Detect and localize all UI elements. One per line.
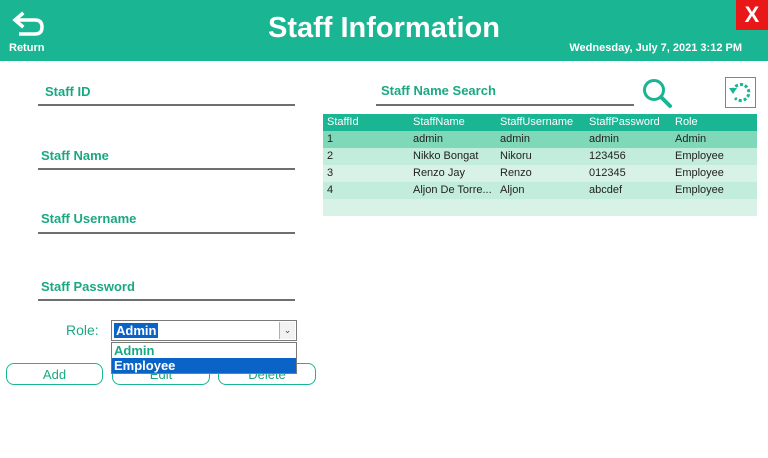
cell-staffusername: Renzo <box>500 167 532 179</box>
staff-password-label: Staff Password <box>41 279 135 294</box>
cell-staffname: Nikko Bongat <box>413 150 479 162</box>
role-label: Role: <box>66 322 99 338</box>
search-button[interactable] <box>641 77 673 109</box>
staff-name-field[interactable] <box>38 168 295 170</box>
staff-name-search-field[interactable] <box>376 104 634 106</box>
column-header-role[interactable]: Role <box>675 114 755 131</box>
column-header-staffpassword[interactable]: StaffPassword <box>589 114 671 131</box>
cell-staffid: 3 <box>327 167 334 179</box>
cell-staffusername: Nikoru <box>500 150 532 162</box>
role-option-admin[interactable]: Admin <box>112 343 296 358</box>
cell-role: Employee <box>675 167 724 179</box>
cell-staffusername: admin <box>500 133 530 145</box>
chevron-down-icon[interactable]: ⌄ <box>279 322 295 339</box>
cell-staffpassword: abcdef <box>589 184 623 196</box>
staff-name-label: Staff Name <box>41 148 109 163</box>
table-row[interactable]: 3 Renzo Jay Renzo 012345 Employee <box>323 165 757 182</box>
staff-password-field[interactable] <box>38 299 295 301</box>
cell-role: Employee <box>675 150 724 162</box>
cell-staffpassword: 123456 <box>589 150 626 162</box>
close-button[interactable]: X <box>736 0 768 30</box>
refresh-button[interactable] <box>725 77 756 108</box>
cell-staffid: 2 <box>327 150 334 162</box>
cell-staffpassword: 012345 <box>589 167 626 179</box>
table-row[interactable]: 4 Aljon De Torre... Aljon abcdef Employe… <box>323 182 757 199</box>
cell-staffusername: Aljon <box>500 184 525 196</box>
cell-staffid: 4 <box>327 184 334 196</box>
refresh-icon <box>729 83 751 103</box>
column-header-staffname[interactable]: StaffName <box>413 114 495 131</box>
staff-id-field[interactable] <box>38 104 295 106</box>
column-header-staffid[interactable]: StaffId <box>327 114 407 131</box>
add-button[interactable]: Add <box>6 363 103 385</box>
role-selected-value: Admin <box>114 323 159 338</box>
datetime-display: Wednesday, July 7, 2021 3:12 PM <box>569 42 742 54</box>
role-select[interactable]: Admin ⌄ <box>111 320 297 341</box>
role-dropdown-list: Admin Employee <box>111 342 297 374</box>
magnifier-icon <box>643 79 672 108</box>
cell-staffname: admin <box>413 133 443 145</box>
cell-staffid: 1 <box>327 133 334 145</box>
staff-table[interactable]: StaffId StaffName StaffUsername StaffPas… <box>323 114 757 216</box>
table-row[interactable]: 2 Nikko Bongat Nikoru 123456 Employee <box>323 148 757 165</box>
page-title: Staff Information <box>268 12 500 44</box>
role-option-employee[interactable]: Employee <box>112 358 296 373</box>
table-row[interactable]: 1 admin admin admin Admin <box>323 131 757 148</box>
cell-staffname: Renzo Jay <box>413 167 465 179</box>
table-header-row: StaffId StaffName StaffUsername StaffPas… <box>323 114 757 131</box>
cell-role: Employee <box>675 184 724 196</box>
column-header-staffusername[interactable]: StaffUsername <box>500 114 584 131</box>
cell-role: Admin <box>675 133 707 145</box>
cell-staffpassword: admin <box>589 133 619 145</box>
staff-username-label: Staff Username <box>41 211 137 226</box>
staff-username-field[interactable] <box>38 232 295 234</box>
header-bar: Return Staff Information Wednesday, July… <box>0 0 768 61</box>
cell-staffname: Aljon De Torre... <box>413 184 492 196</box>
staff-name-search-label: Staff Name Search <box>381 83 496 98</box>
staff-id-label: Staff ID <box>45 84 91 99</box>
